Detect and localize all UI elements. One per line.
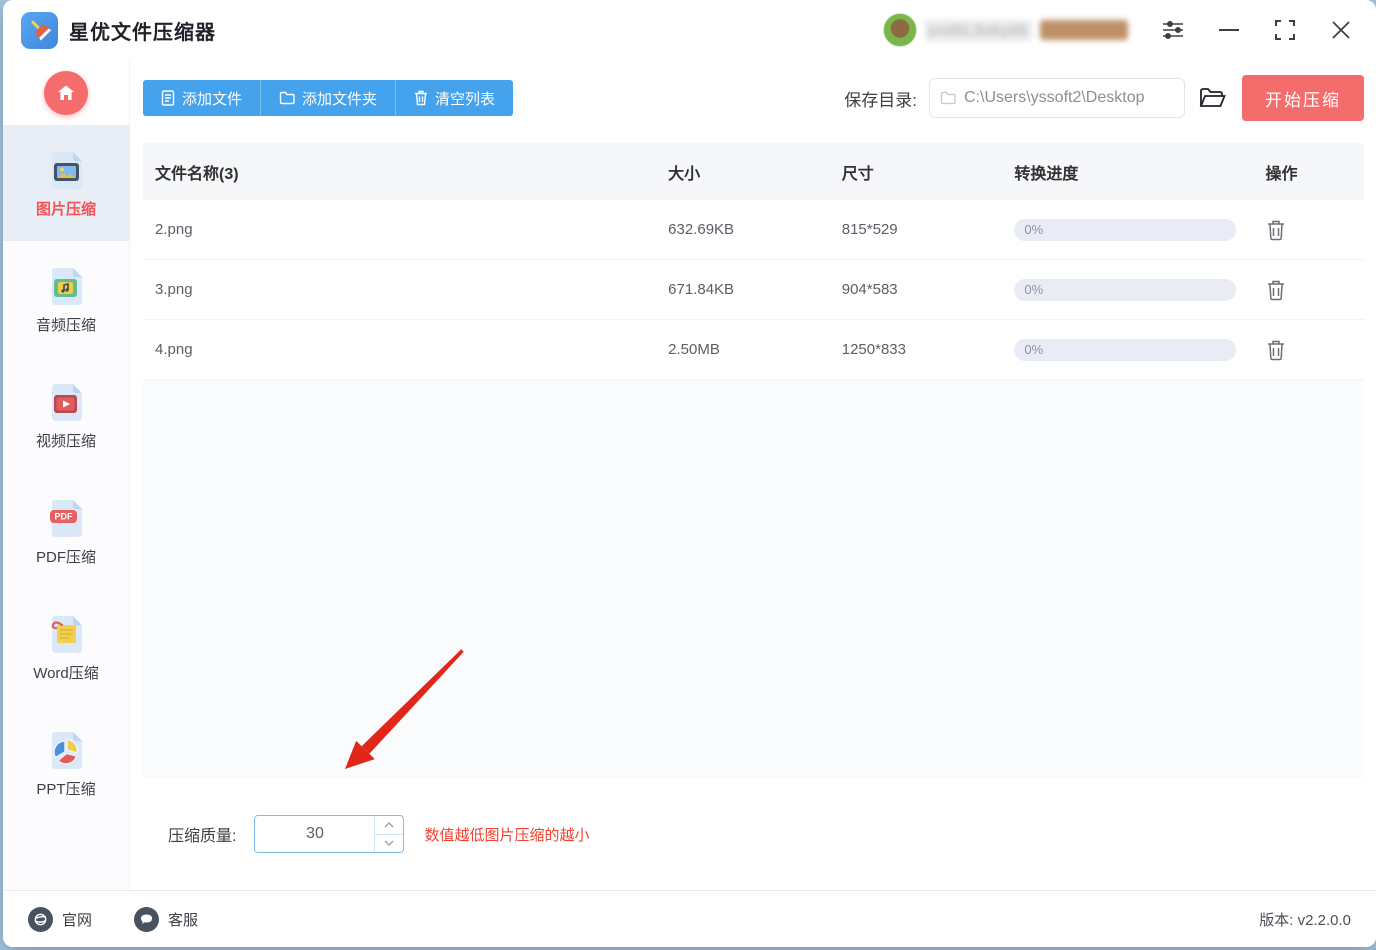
progress-bar: 0% bbox=[1014, 338, 1237, 361]
cell-progress: 0% bbox=[1001, 218, 1245, 241]
header-action: 操作 bbox=[1265, 165, 1298, 183]
chevron-down-icon bbox=[384, 840, 394, 847]
table-row: 4.png 2.50MB 1250*833 0% bbox=[143, 320, 1364, 380]
image-file-icon bbox=[52, 151, 82, 189]
delete-row-button[interactable] bbox=[1266, 339, 1286, 361]
header-size: 大小 bbox=[668, 165, 701, 183]
chat-bubble-icon bbox=[134, 906, 160, 932]
sidebar-item-label: PDF压缩 bbox=[35, 548, 96, 566]
quality-increment-button[interactable] bbox=[375, 816, 404, 835]
maximize-button[interactable] bbox=[1272, 17, 1298, 43]
cell-progress: 0% bbox=[1001, 338, 1245, 361]
video-file-icon bbox=[52, 383, 82, 421]
trash-icon bbox=[1267, 220, 1284, 240]
save-dir-input[interactable]: C:\Users\yssoft2\Desktop bbox=[929, 78, 1185, 118]
sidebar-item-audio-compress[interactable]: 音频压缩 bbox=[3, 241, 130, 357]
browse-folder-button[interactable] bbox=[1199, 87, 1226, 109]
document-icon bbox=[161, 90, 175, 106]
audio-file-icon bbox=[52, 267, 82, 305]
table-body: 2.png 632.69KB 815*529 0% 3.png 671.84KB… bbox=[143, 200, 1364, 380]
header-progress: 转换进度 bbox=[1014, 165, 1079, 183]
app-title: 星优文件压缩器 bbox=[69, 21, 216, 44]
sidebar-item-word-compress[interactable]: Word压缩 bbox=[3, 589, 130, 705]
ppt-file-icon bbox=[52, 731, 82, 769]
sidebar-item-label: 图片压缩 bbox=[35, 200, 96, 218]
app-window: 星优文件压缩器 yxd5L3okyd6 图片压缩 音频压缩 视频压缩 PDF P… bbox=[3, 0, 1376, 947]
svg-text:PDF: PDF bbox=[55, 511, 74, 521]
folder-icon bbox=[279, 91, 295, 105]
delete-row-button[interactable] bbox=[1266, 279, 1286, 301]
official-website-link[interactable]: 官网 bbox=[28, 906, 92, 932]
quality-input[interactable] bbox=[255, 816, 375, 852]
sidebar-item-label: 视频压缩 bbox=[35, 432, 96, 450]
quality-decrement-button[interactable] bbox=[375, 835, 403, 853]
customer-service-link[interactable]: 客服 bbox=[134, 906, 198, 932]
cell-dimension: 904*583 bbox=[841, 281, 898, 298]
version-label: 版本: v2.2.0.0 bbox=[1259, 911, 1351, 929]
cell-progress: 0% bbox=[1001, 278, 1245, 301]
minimize-button[interactable] bbox=[1216, 17, 1242, 43]
sidebar: 图片压缩 音频压缩 视频压缩 PDF PDF压缩 Word压缩 PPT压缩 bbox=[3, 60, 130, 890]
chevron-up-icon bbox=[384, 821, 394, 828]
cell-filename: 2.png bbox=[155, 221, 193, 238]
home-button[interactable] bbox=[44, 70, 88, 115]
sidebar-item-pdf-compress[interactable]: PDF PDF压缩 bbox=[3, 473, 130, 589]
progress-bar: 0% bbox=[1014, 218, 1237, 241]
footer: 官网 客服 版本: v2.2.0.0 bbox=[3, 890, 1376, 947]
main-panel: 添加文件 添加文件夹 清空列表 保存目录: C:\Users\yssoft2\D… bbox=[130, 60, 1376, 890]
clear-list-button[interactable]: 清空列表 bbox=[395, 80, 513, 116]
trash-icon bbox=[1267, 340, 1284, 360]
save-dir-path: C:\Users\yssoft2\Desktop bbox=[964, 89, 1145, 106]
sidebar-item-ppt-compress[interactable]: PPT压缩 bbox=[3, 705, 130, 821]
save-dir-label: 保存目录: bbox=[844, 90, 917, 110]
header-filename: 文件名称(3) bbox=[155, 165, 239, 183]
add-file-button[interactable]: 添加文件 bbox=[143, 80, 260, 116]
titlebar: 星优文件压缩器 yxd5L3okyd6 bbox=[3, 0, 1376, 60]
trash-icon bbox=[415, 90, 428, 106]
progress-bar: 0% bbox=[1014, 278, 1237, 301]
cell-size: 671.84KB bbox=[668, 281, 735, 298]
sidebar-item-label: PPT压缩 bbox=[36, 780, 96, 798]
cell-filename: 4.png bbox=[155, 341, 193, 358]
table-header: 文件名称(3) 大小 尺寸 转换进度 操作 bbox=[143, 143, 1364, 200]
vip-badge bbox=[1040, 20, 1128, 40]
cell-filename: 3.png bbox=[155, 281, 193, 298]
delete-row-button[interactable] bbox=[1266, 219, 1286, 241]
home-icon bbox=[58, 85, 74, 100]
quality-panel: 压缩质量: 数值越低图片压缩的越小 bbox=[130, 778, 1376, 890]
file-table: 文件名称(3) 大小 尺寸 转换进度 操作 2.png 632.69KB 815… bbox=[143, 143, 1364, 778]
pdf-file-icon: PDF bbox=[50, 499, 82, 537]
sidebar-item-video-compress[interactable]: 视频压缩 bbox=[3, 357, 130, 473]
cell-dimension: 815*529 bbox=[841, 221, 898, 238]
quality-stepper bbox=[254, 815, 405, 853]
table-row: 3.png 671.84KB 904*583 0% bbox=[143, 260, 1364, 320]
trash-icon bbox=[1267, 280, 1284, 300]
toolbar: 添加文件 添加文件夹 清空列表 保存目录: C:\Users\yssoft2\D… bbox=[143, 70, 1364, 126]
header-dimension: 尺寸 bbox=[841, 165, 874, 183]
cell-size: 632.69KB bbox=[668, 221, 735, 238]
settings-sliders-icon[interactable] bbox=[1160, 17, 1186, 43]
close-button[interactable] bbox=[1328, 17, 1354, 43]
quality-label: 压缩质量: bbox=[168, 828, 237, 845]
folder-icon bbox=[940, 91, 956, 105]
username-masked: yxd5L3okyd6 bbox=[924, 19, 1128, 41]
add-folder-button[interactable]: 添加文件夹 bbox=[260, 80, 395, 116]
folder-open-icon bbox=[1199, 88, 1226, 107]
cell-size: 2.50MB bbox=[668, 341, 720, 358]
sidebar-item-label: 音频压缩 bbox=[35, 316, 96, 334]
start-compress-button[interactable]: 开始压缩 bbox=[1242, 75, 1364, 121]
quality-hint: 数值越低图片压缩的越小 bbox=[424, 826, 590, 844]
app-logo-icon bbox=[21, 11, 58, 49]
cell-dimension: 1250*833 bbox=[841, 341, 906, 358]
sidebar-item-label: Word压缩 bbox=[33, 664, 99, 682]
word-file-icon bbox=[51, 615, 82, 653]
sidebar-item-image-compress[interactable]: 图片压缩 bbox=[3, 125, 130, 241]
user-avatar[interactable] bbox=[882, 13, 917, 47]
table-row: 2.png 632.69KB 815*529 0% bbox=[143, 200, 1364, 260]
browser-e-icon bbox=[28, 906, 53, 932]
